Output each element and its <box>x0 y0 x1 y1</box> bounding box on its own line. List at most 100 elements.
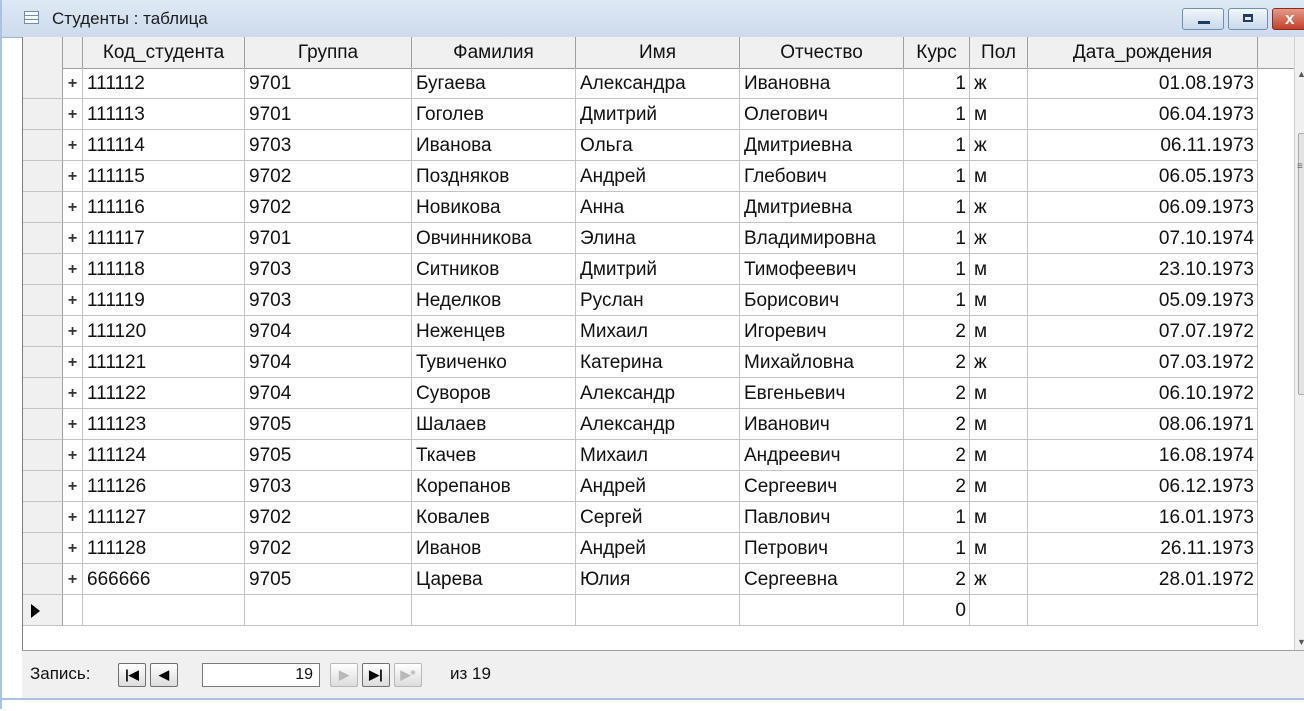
cell-last[interactable]: Ковалев <box>412 502 576 533</box>
cell-last[interactable]: Корепанов <box>412 471 576 502</box>
cell-course[interactable]: 1 <box>904 99 970 130</box>
table-row[interactable]: +111127 9702 Ковалев Сергей Павлович 1 м 16.01.… <box>23 502 1295 533</box>
cell-first[interactable]: Александр <box>576 409 740 440</box>
cell-dob[interactable]: 06.04.1973 <box>1028 99 1258 130</box>
cell-course[interactable]: 1 <box>904 254 970 285</box>
new-record-button[interactable]: ▶* <box>394 663 422 687</box>
row-selector[interactable] <box>23 347 63 378</box>
current-record-selector[interactable] <box>23 595 63 626</box>
cell-dob[interactable]: 06.12.1973 <box>1028 471 1258 502</box>
cell-dob[interactable]: 07.07.1972 <box>1028 316 1258 347</box>
cell-course[interactable]: 1 <box>904 161 970 192</box>
cell-course[interactable]: 1 <box>904 68 970 99</box>
expand-subdatasheet-icon[interactable]: + <box>63 192 83 223</box>
cell-middle[interactable]: Дмитриевна <box>740 192 904 223</box>
cell-first[interactable]: Катерина <box>576 347 740 378</box>
cell-middle[interactable]: Владимировна <box>740 223 904 254</box>
select-all-corner[interactable] <box>23 37 63 68</box>
expand-subdatasheet-icon[interactable]: + <box>63 316 83 347</box>
cell-last[interactable]: Ткачев <box>412 440 576 471</box>
cell-first[interactable]: Дмитрий <box>576 99 740 130</box>
table-row[interactable]: +111117 9701 Овчинникова Элина Владимировна 1… <box>23 223 1295 254</box>
table-row[interactable]: +111124 9705 Ткачев Михаил Андреевич 2 м 16.08.… <box>23 440 1295 471</box>
cell-id[interactable]: 111121 <box>83 347 245 378</box>
expand-subdatasheet-icon[interactable]: + <box>63 533 83 564</box>
cell-id[interactable]: 111113 <box>83 99 245 130</box>
expand-subdatasheet-icon[interactable]: + <box>63 471 83 502</box>
cell-first[interactable]: Александр <box>576 378 740 409</box>
cell-middle[interactable]: Игоревич <box>740 316 904 347</box>
cell-course[interactable]: 2 <box>904 378 970 409</box>
cell-middle[interactable]: Глебович <box>740 161 904 192</box>
new-record-cell[interactable] <box>412 595 576 626</box>
cell-middle[interactable]: Иванович <box>740 409 904 440</box>
cell-middle[interactable]: Тимофеевич <box>740 254 904 285</box>
cell-id[interactable]: 111115 <box>83 161 245 192</box>
new-record-cell[interactable] <box>970 595 1028 626</box>
table-row[interactable]: +111128 9702 Иванов Андрей Петрович 1 м 26.11.1… <box>23 533 1295 564</box>
cell-course[interactable]: 2 <box>904 564 970 595</box>
cell-id[interactable]: 111118 <box>83 254 245 285</box>
cell-dob[interactable]: 26.11.1973 <box>1028 533 1258 564</box>
cell-sex[interactable]: м <box>970 502 1028 533</box>
cell-group[interactable]: 9704 <box>245 316 412 347</box>
minimize-button[interactable] <box>1182 8 1224 30</box>
cell-dob[interactable]: 07.03.1972 <box>1028 347 1258 378</box>
cell-last[interactable]: Неженцев <box>412 316 576 347</box>
first-record-button[interactable]: |◀ <box>118 663 146 687</box>
expand-subdatasheet-icon[interactable]: + <box>63 130 83 161</box>
cell-last[interactable]: Бугаева <box>412 68 576 99</box>
cell-id[interactable]: 111126 <box>83 471 245 502</box>
cell-course[interactable]: 1 <box>904 502 970 533</box>
cell-sex[interactable]: м <box>970 533 1028 564</box>
row-selector[interactable] <box>23 471 63 502</box>
row-selector[interactable] <box>23 316 63 347</box>
cell-first[interactable]: Юлия <box>576 564 740 595</box>
cell-sex[interactable]: ж <box>970 564 1028 595</box>
cell-sex[interactable]: м <box>970 99 1028 130</box>
cell-course[interactable]: 2 <box>904 440 970 471</box>
cell-middle[interactable]: Евгеньевич <box>740 378 904 409</box>
cell-id[interactable]: 111128 <box>83 533 245 564</box>
table-row[interactable]: +111122 9704 Суворов Александр Евгеньевич 2 м 0… <box>23 378 1295 409</box>
cell-sex[interactable]: ж <box>970 347 1028 378</box>
cell-sex[interactable]: м <box>970 409 1028 440</box>
expand-column-header[interactable] <box>63 37 83 68</box>
expand-subdatasheet-icon[interactable]: + <box>63 409 83 440</box>
table-row[interactable]: +111114 9703 Иванова Ольга Дмитриевна 1 ж 06.11… <box>23 130 1295 161</box>
expand-subdatasheet-icon[interactable]: + <box>63 223 83 254</box>
cell-middle[interactable]: Борисович <box>740 285 904 316</box>
cell-middle[interactable]: Сергеевна <box>740 564 904 595</box>
new-record-cell[interactable] <box>576 595 740 626</box>
last-record-button[interactable]: ▶| <box>362 663 390 687</box>
column-header-first[interactable]: Имя <box>576 37 740 68</box>
new-record-cell[interactable] <box>1028 595 1258 626</box>
cell-id[interactable]: 111119 <box>83 285 245 316</box>
column-header-dob[interactable]: Дата_рождения <box>1028 37 1258 68</box>
datasheet-grid[interactable]: Код_студента Группа Фамилия Имя Отчество Курс… <box>22 37 1295 650</box>
cell-dob[interactable]: 06.10.1972 <box>1028 378 1258 409</box>
cell-middle[interactable]: Дмитриевна <box>740 130 904 161</box>
table-row[interactable]: +111116 9702 Новикова Анна Дмитриевна 1 ж 06.09… <box>23 192 1295 223</box>
cell-last[interactable]: Царева <box>412 564 576 595</box>
cell-group[interactable]: 9702 <box>245 192 412 223</box>
title-bar[interactable]: Студенты : таблица x <box>2 0 1304 38</box>
cell-last[interactable]: Овчинникова <box>412 223 576 254</box>
cell-dob[interactable]: 06.09.1973 <box>1028 192 1258 223</box>
cell-sex[interactable]: м <box>970 440 1028 471</box>
maximize-button[interactable] <box>1228 8 1268 30</box>
table-row[interactable]: +111123 9705 Шалаев Александр Иванович 2 м 08.0… <box>23 409 1295 440</box>
cell-dob[interactable]: 23.10.1973 <box>1028 254 1258 285</box>
cell-first[interactable]: Михаил <box>576 440 740 471</box>
close-button[interactable]: x <box>1272 8 1304 30</box>
cell-first[interactable]: Андрей <box>576 533 740 564</box>
cell-dob[interactable]: 08.06.1971 <box>1028 409 1258 440</box>
scroll-up-icon[interactable]: ▲ <box>1297 69 1304 79</box>
cell-middle[interactable]: Сергеевич <box>740 471 904 502</box>
table-row[interactable]: +111112 9701 Бугаева Александра Ивановна 1 ж 01… <box>23 68 1295 99</box>
cell-id[interactable]: 111122 <box>83 378 245 409</box>
row-selector[interactable] <box>23 99 63 130</box>
cell-last[interactable]: Поздняков <box>412 161 576 192</box>
expand-subdatasheet-icon[interactable]: + <box>63 161 83 192</box>
new-record-cell[interactable] <box>245 595 412 626</box>
